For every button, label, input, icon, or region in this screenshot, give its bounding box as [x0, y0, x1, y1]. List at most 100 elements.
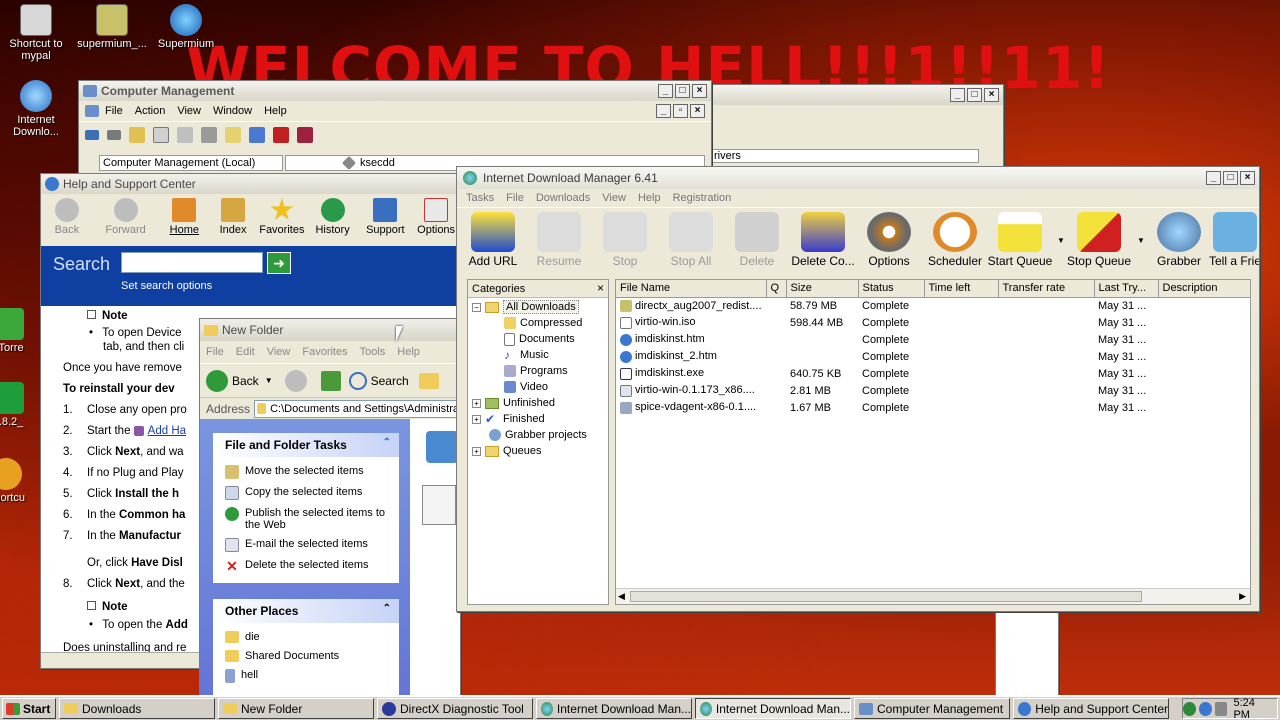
list-horizontal-scrollbar[interactable]: ◀ ▶	[616, 588, 1250, 604]
new-folder-window[interactable]: New Folder File Edit View Favorites Tool…	[199, 318, 461, 696]
forward-button[interactable]: Forward	[93, 194, 159, 246]
maximize-button[interactable]: □	[1223, 171, 1238, 185]
index-button[interactable]: Index	[210, 194, 256, 246]
search-options-link[interactable]: Set search options	[121, 280, 212, 292]
task-copy[interactable]: Copy the selected items	[225, 486, 399, 500]
downloads-list[interactable]: File Name Q Size Status Time left Transf…	[615, 279, 1251, 605]
table-row[interactable]: imdiskinst_2.htm Complete May 31 ...	[616, 348, 1250, 365]
taskbar-help-center[interactable]: Help and Support Center	[1013, 698, 1169, 719]
back-arrow-icon[interactable]	[85, 129, 99, 140]
table-row[interactable]: virtio-win.iso 598.44 MB Complete May 31 ..…	[616, 314, 1250, 331]
minimize-button[interactable]: _	[950, 88, 965, 102]
task-email[interactable]: E-mail the selected items	[225, 538, 399, 552]
task-publish[interactable]: Publish the selected items to the Web	[225, 507, 399, 531]
file-item-1[interactable]	[426, 431, 458, 463]
desktop-icon-mypal[interactable]: Shortcut to mypal	[0, 4, 72, 62]
menu-registration[interactable]: Registration	[673, 192, 732, 204]
child-restore-button[interactable]: ▫	[673, 104, 688, 118]
add-hardware-link[interactable]: Add Ha	[148, 425, 186, 437]
favorites-button[interactable]: Favorites	[256, 194, 308, 246]
collapse-icon[interactable]: ⌃	[383, 437, 391, 448]
column-file-name[interactable]: File Name	[616, 280, 767, 298]
menu-help[interactable]: Help	[264, 105, 287, 117]
help-icon[interactable]	[225, 126, 241, 143]
menu-file[interactable]: File	[105, 105, 123, 117]
desktop-icon-supermium[interactable]: Supermium	[150, 4, 222, 50]
up-folder-icon[interactable]	[320, 370, 341, 391]
clock[interactable]: 5:24 PM	[1233, 697, 1271, 720]
start-button[interactable]: Start	[2, 698, 56, 719]
scroll-left-icon[interactable]: ◀	[618, 591, 625, 602]
idm-window[interactable]: Internet Download Manager 6.41 _ □ × Tasks…	[456, 166, 1260, 612]
file-folder-tasks-header[interactable]: File and Folder Tasks ⌃	[213, 433, 399, 457]
back-arrow-icon[interactable]	[206, 369, 228, 392]
stop-button[interactable]: Stop	[589, 208, 661, 268]
options-button[interactable]: Options	[853, 208, 925, 268]
idm-tray-icon[interactable]	[1198, 701, 1212, 716]
menu-window[interactable]: Window	[213, 105, 252, 117]
volume-tray-icon[interactable]	[1214, 701, 1228, 716]
desktop-icon-shortcut[interactable]: Shortcu	[0, 458, 42, 504]
print-icon[interactable]	[201, 126, 217, 143]
device-item[interactable]: ksecdd	[360, 157, 395, 169]
start-queue-dropdown-icon[interactable]: ▼	[1057, 236, 1065, 245]
desktop-icon-app[interactable]: 1.8.2_	[0, 382, 44, 428]
scan-icon[interactable]	[249, 126, 265, 143]
close-button[interactable]: ×	[1240, 171, 1255, 185]
search-button[interactable]: Search	[371, 374, 409, 388]
category-unfinished[interactable]: + Unfinished	[472, 395, 608, 411]
back-button[interactable]: Back	[41, 194, 93, 246]
menu-view[interactable]: View	[602, 192, 626, 204]
minimize-button[interactable]: _	[658, 84, 673, 98]
menu-view[interactable]: View	[177, 105, 201, 117]
taskbar-idm-1[interactable]: Internet Download Man...	[536, 698, 692, 719]
search-go-button[interactable]: ➜	[267, 252, 291, 274]
disable-icon[interactable]	[273, 126, 289, 143]
delete-completed-button[interactable]: Delete Co...	[787, 208, 859, 268]
close-categories-icon[interactable]: ×	[597, 281, 604, 295]
place-shared-documents[interactable]: Shared Documents	[225, 650, 399, 662]
close-button[interactable]: ×	[692, 84, 707, 98]
tree-toggle-icon[interactable]	[153, 126, 169, 143]
grabber-button[interactable]: Grabber	[1143, 208, 1215, 268]
table-row[interactable]: virtio-win-0.1.173_x86.... 2.81 MB Complet…	[616, 382, 1250, 399]
category-all-downloads[interactable]: − All Downloads	[472, 299, 608, 315]
category-finished[interactable]: + ✔ Finished	[472, 411, 608, 427]
taskbar-downloads[interactable]: Downloads	[59, 698, 215, 719]
menu-view[interactable]: View	[267, 346, 291, 358]
place-die[interactable]: die	[225, 631, 399, 643]
forward-arrow-icon[interactable]	[284, 369, 307, 392]
task-delete[interactable]: ✕ Delete the selected items	[225, 559, 399, 573]
table-row[interactable]: imdiskinst.exe 640.75 KB Complete May 31 ..…	[616, 365, 1250, 382]
menu-help[interactable]: Help	[397, 346, 420, 358]
tree-root[interactable]: Computer Management (Local)	[99, 155, 283, 171]
child-close-button[interactable]: ×	[690, 104, 705, 118]
folders-icon[interactable]	[418, 372, 439, 389]
desktop-icon-supermium-installer[interactable]: supermium_...	[76, 4, 148, 50]
stop-queue-dropdown-icon[interactable]: ▼	[1137, 236, 1145, 245]
network-tray-icon[interactable]	[1182, 701, 1196, 716]
category-programs[interactable]: Programs	[472, 363, 608, 379]
menu-help[interactable]: Help	[638, 192, 661, 204]
other-places-header[interactable]: Other Places ⌃	[213, 599, 399, 623]
file-item-2[interactable]	[422, 485, 456, 525]
menu-tools[interactable]: Tools	[360, 346, 386, 358]
delete-button[interactable]: Delete	[721, 208, 793, 268]
support-button[interactable]: Support	[357, 194, 413, 246]
close-button[interactable]: ×	[984, 88, 999, 102]
taskbar-directx[interactable]: DirectX Diagnostic Tool	[377, 698, 533, 719]
scroll-right-icon[interactable]: ▶	[1239, 591, 1246, 602]
options-button[interactable]: Options	[413, 194, 459, 246]
table-row[interactable]: spice-vdagent-x86-0.1.... 1.67 MB Complete…	[616, 399, 1250, 416]
properties-icon[interactable]	[177, 126, 193, 143]
desktop-icon-idm[interactable]: Internet Downlo...	[0, 80, 72, 138]
task-move[interactable]: Move the selected items	[225, 465, 399, 479]
menu-action[interactable]: Action	[135, 105, 166, 117]
maximize-button[interactable]: □	[675, 84, 690, 98]
up-folder-icon[interactable]	[129, 126, 145, 143]
place-hell[interactable]: hell	[225, 669, 399, 683]
column-description[interactable]: Description	[1158, 280, 1250, 298]
add-url-button[interactable]: Add URL	[457, 208, 529, 268]
taskbar-idm-2[interactable]: Internet Download Man...	[695, 698, 851, 719]
column-size[interactable]: Size	[786, 280, 859, 298]
